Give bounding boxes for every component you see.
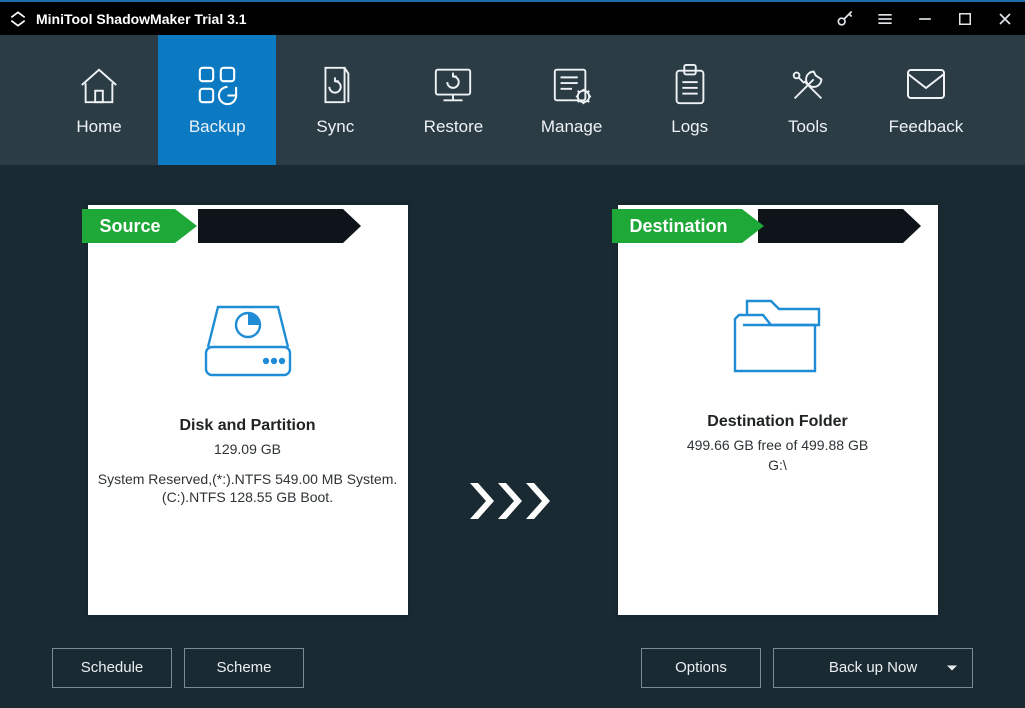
nav-tools[interactable]: Tools [749,35,867,165]
source-detail-2: (C:).NTFS 128.55 GB Boot. [88,489,408,505]
options-button[interactable]: Options [641,648,761,688]
scheme-button[interactable]: Scheme [184,648,304,688]
home-icon [76,63,122,107]
backup-now-label: Back up Now [829,659,917,676]
source-detail-1: System Reserved,(*:).NTFS 549.00 MB Syst… [88,471,408,487]
nav-sync-label: Sync [316,117,354,137]
backup-content: Source Disk and Partition 129.09 GB Syst… [0,165,1025,641]
nav-logs-label: Logs [671,117,708,137]
source-title: Disk and Partition [88,417,408,435]
nav-feedback-label: Feedback [889,117,964,137]
minimize-button[interactable] [905,1,945,36]
feedback-icon [902,63,950,107]
source-ribbon: Source [82,209,175,243]
schedule-button[interactable]: Schedule [52,648,172,688]
sync-icon [315,63,355,107]
destination-card[interactable]: Destination Destination Folder 499.66 GB… [618,205,938,615]
folder-icon [618,295,938,383]
nav-home-label: Home [76,117,121,137]
window-title: MiniTool ShadowMaker Trial 3.1 [36,11,247,27]
key-button[interactable] [825,1,865,36]
bottom-bar: Schedule Scheme Options Back up Now [0,641,1025,708]
title-bar: MiniTool ShadowMaker Trial 3.1 [0,0,1025,35]
destination-title: Destination Folder [618,413,938,431]
nav-tools-label: Tools [788,117,828,137]
logs-icon [670,63,710,107]
backup-icon [194,63,240,107]
menu-button[interactable] [865,1,905,36]
nav-backup[interactable]: Backup [158,35,276,165]
nav-logs[interactable]: Logs [631,35,749,165]
chevrons-icon [468,481,558,526]
tools-icon [785,63,831,107]
app-logo-icon [8,9,28,29]
destination-ribbon: Destination [612,209,742,243]
destination-free: 499.66 GB free of 499.88 GB [618,437,938,453]
restore-icon [429,63,477,107]
nav-sync[interactable]: Sync [276,35,394,165]
nav-feedback[interactable]: Feedback [867,35,985,165]
disk-icon [88,295,408,387]
close-button[interactable] [985,1,1025,36]
source-size: 129.09 GB [88,441,408,457]
manage-icon [549,63,595,107]
source-card[interactable]: Source Disk and Partition 129.09 GB Syst… [88,205,408,615]
nav-home[interactable]: Home [40,35,158,165]
nav-manage-label: Manage [541,117,602,137]
backup-now-button[interactable]: Back up Now [773,648,973,688]
caret-down-icon [946,659,958,676]
nav-restore[interactable]: Restore [394,35,512,165]
nav-restore-label: Restore [424,117,484,137]
destination-path: G:\ [618,457,938,473]
nav-manage[interactable]: Manage [513,35,631,165]
main-nav: Home Backup Sync Restore [0,35,1025,165]
nav-backup-label: Backup [189,117,246,137]
maximize-button[interactable] [945,1,985,36]
